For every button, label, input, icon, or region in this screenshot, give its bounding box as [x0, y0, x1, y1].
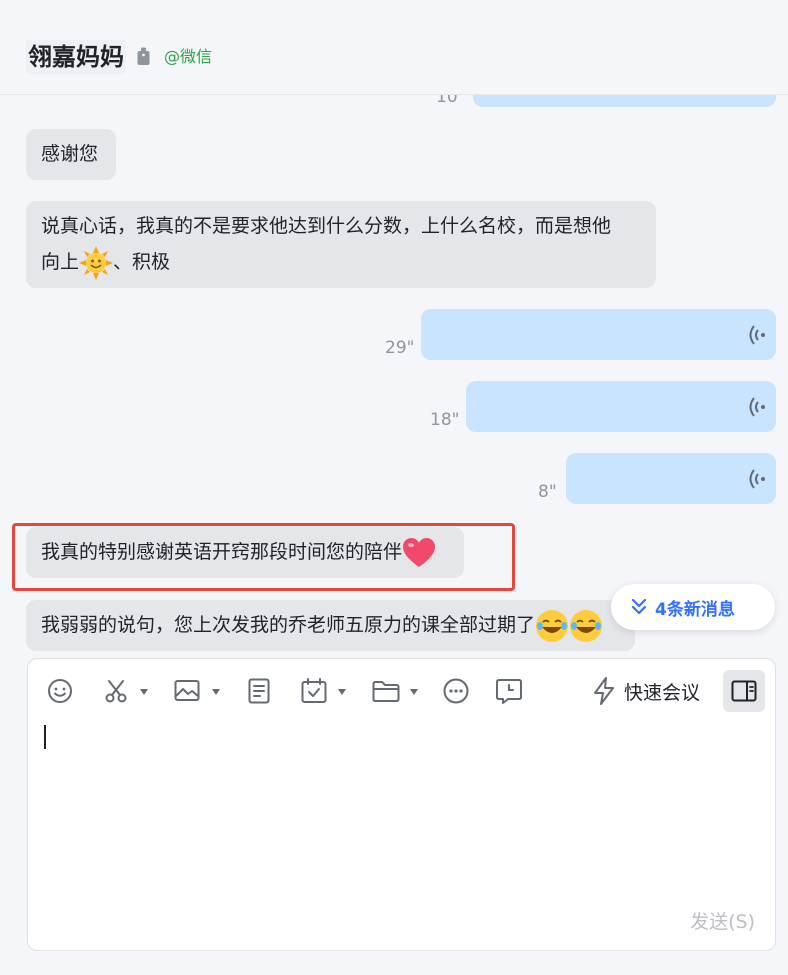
sidebar-toggle-button[interactable]	[723, 670, 765, 712]
contact-source: @微信	[164, 47, 213, 66]
text-message[interactable]: 感谢您	[26, 129, 116, 180]
document-button[interactable]	[245, 677, 273, 705]
smiley-icon	[48, 679, 72, 703]
voice-wave-icon	[749, 468, 765, 489]
chevron-down-icon[interactable]	[410, 689, 418, 695]
message-text: 我弱弱的说句，您上次发我的乔老师五原力的课全部过期了	[41, 614, 536, 636]
text-message[interactable]: 说真心话，我真的不是要求他达到什么分数，上什么名校，而是想他 向上 、积极	[26, 201, 656, 288]
voice-message[interactable]	[466, 381, 776, 432]
quick-meeting-label: 快速会议	[624, 681, 701, 704]
message-text: 、积极	[113, 251, 171, 273]
emoji-button[interactable]	[46, 677, 74, 705]
chevron-down-icon[interactable]	[212, 689, 220, 695]
voice-duration: 8"	[538, 482, 557, 502]
message-composer[interactable]: 快速会议 发送(S)	[27, 658, 776, 951]
message-text: 说真心话，我真的不是要求他达到什么分数，上什么名校，而是想他	[41, 215, 612, 237]
highlight-box	[12, 523, 515, 591]
scissors-icon	[105, 680, 127, 703]
more-icon	[443, 678, 469, 704]
clock-bubble-icon	[496, 679, 522, 704]
message-text: 感谢您	[41, 143, 99, 165]
screenshot-button[interactable]	[102, 677, 130, 705]
tears-of-joy-emoji-icon	[570, 609, 603, 642]
chat-header: 翎嘉妈妈 @微信	[0, 0, 788, 95]
message-input[interactable]	[44, 725, 46, 749]
chevron-down-icon[interactable]	[338, 689, 346, 695]
double-chevron-down-icon	[631, 598, 647, 615]
send-button[interactable]: 发送(S)	[690, 907, 755, 934]
voice-wave-icon	[749, 324, 765, 345]
voice-message[interactable]	[566, 453, 776, 504]
contact-name[interactable]: 翎嘉妈妈	[26, 40, 126, 74]
image-icon	[174, 680, 200, 701]
more-button[interactable]	[442, 677, 470, 705]
voice-wave-icon	[749, 396, 765, 417]
image-button[interactable]	[173, 677, 201, 705]
lightning-icon	[594, 677, 614, 705]
file-button[interactable]	[372, 677, 400, 705]
calendar-check-icon	[301, 678, 327, 703]
message-list[interactable]: 10" 感谢您 说真心话，我真的不是要求他达到什么分数，上什么名校，而是想他 向…	[0, 95, 788, 655]
sidebar-panel-icon	[731, 680, 757, 702]
voice-duration: 29"	[385, 338, 415, 358]
voice-duration: 18"	[430, 410, 460, 430]
tag-icon	[137, 47, 150, 65]
message-text: 向上	[41, 251, 80, 273]
voice-message[interactable]	[473, 95, 776, 107]
tears-of-joy-emoji-icon	[536, 609, 569, 642]
new-messages-button[interactable]: 4条新消息	[611, 584, 775, 630]
task-button[interactable]	[300, 677, 328, 705]
scheduled-message-button[interactable]	[495, 677, 523, 705]
voice-message[interactable]	[421, 309, 776, 360]
sun-emoji-icon	[79, 245, 114, 280]
voice-duration: 10"	[436, 95, 466, 107]
new-messages-label: 4条新消息	[655, 599, 735, 620]
quick-meeting-button[interactable]: 快速会议	[592, 677, 700, 705]
folder-icon	[372, 681, 400, 702]
document-icon	[248, 678, 270, 704]
chevron-down-icon[interactable]	[140, 689, 148, 695]
text-message[interactable]: 我弱弱的说句，您上次发我的乔老师五原力的课全部过期了	[26, 600, 635, 651]
